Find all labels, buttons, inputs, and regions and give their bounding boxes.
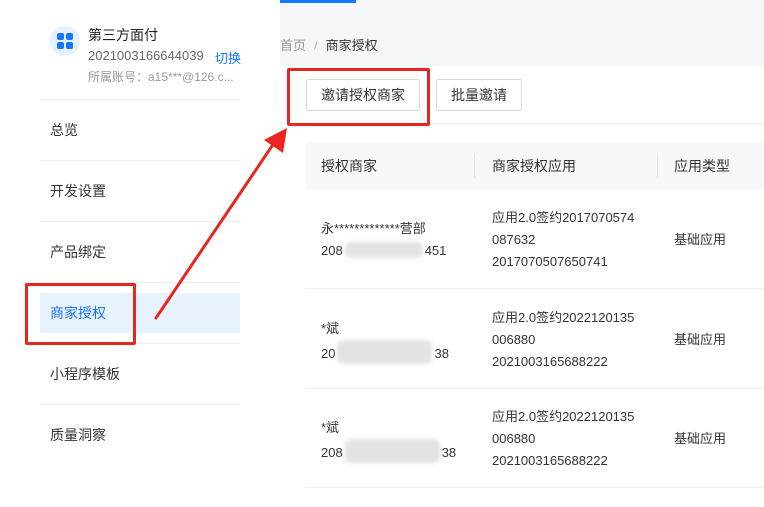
header-accent-bar [280, 0, 356, 3]
app-type: 基础应用 [674, 332, 727, 347]
sidebar-item-merchant-auth[interactable]: 商家授权 [40, 293, 240, 333]
column-divider [657, 154, 658, 178]
merchant-id: 20 38 [321, 340, 449, 365]
sidebar-item-quality-insight[interactable]: 质量洞察 [40, 415, 240, 455]
divider [40, 221, 240, 222]
merchant-name: 永*************营部 [321, 221, 426, 236]
account-id: 2021003166644039 [88, 48, 204, 63]
merchant-name: *斌 [321, 321, 340, 336]
app-id: 2017070507650741 [492, 254, 608, 269]
redacted-mask [337, 340, 433, 364]
breadcrumb-current: 商家授权 [325, 38, 378, 53]
column-header-app-type: 应用类型 [674, 158, 730, 174]
batch-invite-button[interactable]: 批量邀请 [436, 79, 522, 111]
redacted-mask [344, 242, 423, 258]
merchant-name: *斌 [321, 420, 340, 435]
breadcrumb-separator: / [314, 38, 318, 53]
divider [280, 123, 764, 124]
app-logo-icon [50, 26, 80, 56]
app-name-line: 应用2.0签约2022120135 [492, 310, 635, 325]
table-row[interactable]: 永*************营部 208 451 应用2.0签约201707057… [305, 190, 764, 289]
app-name-line: 006880 [492, 332, 536, 347]
account-name: 第三方面付 [88, 27, 158, 43]
app-name-line: 087632 [492, 232, 536, 247]
column-header-app: 商家授权应用 [492, 158, 576, 174]
divider [40, 160, 240, 161]
breadcrumb-home-link[interactable]: 首页 [280, 38, 306, 53]
divider [40, 282, 240, 283]
table-header: 授权商家 商家授权应用 应用类型 [305, 142, 764, 190]
sidebar-item-product-binding[interactable]: 产品绑定 [40, 232, 240, 272]
divider [40, 343, 240, 344]
column-divider [474, 154, 475, 178]
app-name-line: 006880 [492, 431, 536, 446]
merchant-id: 208 451 [321, 242, 447, 258]
sidebar-item-miniapp-template[interactable]: 小程序模板 [40, 354, 240, 394]
switch-account-link[interactable]: 切换 [215, 48, 241, 67]
redacted-mask [344, 439, 440, 463]
app-type: 基础应用 [674, 232, 727, 247]
app-name-line: 应用2.0签约2017070574 [492, 210, 635, 225]
merchant-id: 208 38 [321, 439, 456, 464]
app-name-line: 应用2.0签约2022120135 [492, 409, 635, 424]
table-row[interactable]: *斌 208 38 应用2.0签约2022120135 006880 202100… [305, 389, 764, 488]
app-type: 基础应用 [674, 431, 727, 446]
main-panel: 邀请授权商家 批量邀请 授权商家 商家授权应用 应用类型 永**********… [280, 66, 764, 507]
divider [40, 404, 240, 405]
app-id: 2021003165688222 [492, 453, 608, 468]
breadcrumb: 首页 / 商家授权 [280, 35, 378, 54]
column-header-merchant: 授权商家 [321, 158, 377, 174]
divider [40, 99, 240, 100]
table-row[interactable]: *斌 20 38 应用2.0签约2022120135 006880 2021003… [305, 290, 764, 389]
invite-merchant-button[interactable]: 邀请授权商家 [306, 79, 420, 111]
account-owner: 所属账号：a15***@126.c... [88, 70, 234, 84]
sidebar-item-overview[interactable]: 总览 [40, 110, 240, 150]
app-id: 2021003165688222 [492, 354, 608, 369]
sidebar-item-dev-settings[interactable]: 开发设置 [40, 171, 240, 211]
sidebar: 第三方面付 2021003166644039 切换 所属账号：a15***@12… [0, 0, 280, 507]
